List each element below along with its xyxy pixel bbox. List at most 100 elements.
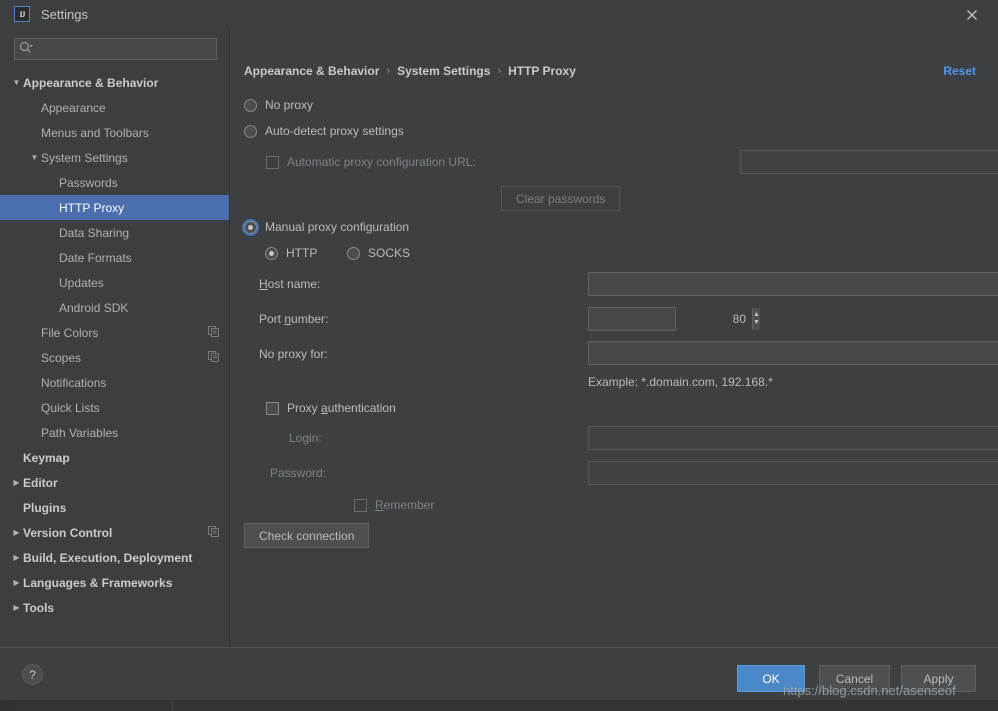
auto-config-url-label: Automatic proxy configuration URL: <box>287 155 476 169</box>
breadcrumb-item-appearance-behavior[interactable]: Appearance & Behavior <box>244 64 379 78</box>
sidebar-item-label: Appearance & Behavior <box>23 75 159 90</box>
copy-settings-icon <box>208 325 219 340</box>
chevron-down-icon[interactable]: ▼ <box>28 153 41 162</box>
auto-config-url-checkbox[interactable] <box>266 155 279 169</box>
sidebar-item-appearance-behavior[interactable]: ▼ Appearance & Behavior <box>0 70 229 95</box>
proxy-auth-label: Proxy authentication <box>287 401 396 415</box>
sidebar-item-system-settings[interactable]: ▼ System Settings <box>0 145 229 170</box>
login-label: Login: <box>289 431 322 445</box>
chevron-right-icon[interactable]: ▶ <box>10 528 23 537</box>
reset-link[interactable]: Reset <box>943 64 976 78</box>
sidebar-item-label: Android SDK <box>59 300 129 315</box>
sidebar-item-file-colors[interactable]: File Colors <box>0 320 229 345</box>
sidebar-item-label: Notifications <box>41 375 107 390</box>
help-button[interactable]: ? <box>22 664 43 685</box>
no-proxy-radio[interactable] <box>244 98 257 112</box>
sidebar-item-scopes[interactable]: Scopes <box>0 345 229 370</box>
chevron-right-icon[interactable]: ▶ <box>10 578 23 587</box>
apply-button[interactable]: Apply <box>901 665 976 692</box>
sidebar-item-label: Updates <box>59 275 104 290</box>
sidebar-item-menus-and-toolbars[interactable]: Menus and Toolbars <box>0 120 229 145</box>
sidebar-item-label: Path Variables <box>41 425 119 440</box>
sidebar-item-date-formats[interactable]: Date Formats <box>0 245 229 270</box>
sidebar-item-build-execution-deployment[interactable]: ▶ Build, Execution, Deployment <box>0 545 229 570</box>
proxy-auth-checkbox[interactable] <box>266 401 279 415</box>
chevron-right-icon[interactable]: ▶ <box>10 553 23 562</box>
ok-button[interactable]: OK <box>737 665 805 692</box>
chevron-down-icon[interactable]: ▼ <box>10 78 23 87</box>
sidebar-item-keymap[interactable]: Keymap <box>0 445 229 470</box>
search-input[interactable] <box>34 41 212 57</box>
sidebar-item-editor[interactable]: ▶ Editor <box>0 470 229 495</box>
sidebar-item-label: HTTP Proxy <box>59 200 125 215</box>
copy-settings-icon <box>208 350 219 365</box>
settings-dialog: IJ Settings ▼ Appearance & Behavior Appe… <box>0 0 998 700</box>
no-proxy-radio-row[interactable]: No proxy <box>244 98 313 112</box>
protocol-http-radio-row[interactable]: HTTP <box>265 246 317 260</box>
clear-passwords-button[interactable]: Clear passwords <box>501 186 621 211</box>
check-connection-button[interactable]: Check connection <box>244 523 370 548</box>
close-icon[interactable] <box>962 5 982 25</box>
no-proxy-for-input[interactable] <box>588 341 998 365</box>
intellij-idea-icon: IJ <box>14 6 30 22</box>
sidebar-item-plugins[interactable]: Plugins <box>0 495 229 520</box>
sidebar-item-label: Passwords <box>59 175 118 190</box>
password-input[interactable] <box>588 461 998 485</box>
sidebar-item-notifications[interactable]: Notifications <box>0 370 229 395</box>
remember-checkbox[interactable] <box>354 498 367 512</box>
auto-detect-radio[interactable] <box>244 124 257 138</box>
auto-config-url-checkbox-row[interactable]: Automatic proxy configuration URL: <box>266 155 476 169</box>
auto-config-url-input[interactable] <box>740 150 998 174</box>
sidebar-item-tools[interactable]: ▶ Tools <box>0 595 229 620</box>
sidebar-item-languages-frameworks[interactable]: ▶ Languages & Frameworks <box>0 570 229 595</box>
no-proxy-for-label: No proxy for: <box>259 347 328 361</box>
no-proxy-example-text: Example: *.domain.com, 192.168.* <box>588 375 773 389</box>
sidebar-item-updates[interactable]: Updates <box>0 270 229 295</box>
protocol-http-radio[interactable] <box>265 246 278 260</box>
remember-label: Remember <box>375 498 435 512</box>
manual-proxy-label: Manual proxy configuration <box>265 220 410 234</box>
sidebar-item-data-sharing[interactable]: Data Sharing <box>0 220 229 245</box>
stepper-down-icon[interactable]: ▼ <box>753 319 760 326</box>
protocol-socks-radio-row[interactable]: SOCKS <box>347 246 410 260</box>
sidebar-item-path-variables[interactable]: Path Variables <box>0 420 229 445</box>
login-input[interactable] <box>588 426 998 450</box>
host-name-input[interactable] <box>588 272 998 296</box>
sidebar-item-label: Menus and Toolbars <box>41 125 149 140</box>
search-box[interactable] <box>14 38 217 60</box>
sidebar-item-label: Date Formats <box>59 250 132 265</box>
sidebar-item-label: Plugins <box>23 500 67 515</box>
chevron-right-icon[interactable]: ▶ <box>10 603 23 612</box>
search-icon <box>19 41 34 58</box>
cancel-button[interactable]: Cancel <box>819 665 890 692</box>
port-number-input[interactable] <box>589 308 752 330</box>
auto-detect-radio-row[interactable]: Auto-detect proxy settings <box>244 124 404 138</box>
protocol-socks-label: SOCKS <box>368 246 411 260</box>
port-number-stepper[interactable]: ▲ ▼ <box>588 307 760 331</box>
manual-proxy-radio[interactable] <box>244 220 257 234</box>
protocol-socks-radio[interactable] <box>347 246 360 260</box>
sidebar-item-android-sdk[interactable]: Android SDK <box>0 295 229 320</box>
sidebar-item-version-control[interactable]: ▶ Version Control <box>0 520 229 545</box>
breadcrumb-item-system-settings[interactable]: System Settings <box>397 64 490 78</box>
copy-settings-icon <box>208 525 219 540</box>
sidebar-item-label: Languages & Frameworks <box>23 575 173 590</box>
sidebar-item-http-proxy[interactable]: HTTP Proxy <box>0 195 229 220</box>
sidebar-item-quick-lists[interactable]: Quick Lists <box>0 395 229 420</box>
sidebar-item-label: Quick Lists <box>41 400 100 415</box>
remember-checkbox-row[interactable]: Remember <box>354 498 434 512</box>
breadcrumb-item-http-proxy: HTTP Proxy <box>508 64 576 78</box>
no-proxy-label: No proxy <box>265 98 314 112</box>
sidebar-item-label: System Settings <box>41 150 128 165</box>
stepper-up-icon[interactable]: ▲ <box>753 311 760 318</box>
protocol-http-label: HTTP <box>286 246 318 260</box>
proxy-auth-checkbox-row[interactable]: Proxy authentication <box>266 401 396 415</box>
chevron-right-icon[interactable]: ▶ <box>10 478 23 487</box>
sidebar-item-label: Version Control <box>23 525 113 540</box>
sidebar-item-appearance[interactable]: Appearance <box>0 95 229 120</box>
sidebar-item-label: Tools <box>23 600 55 615</box>
port-stepper-arrows[interactable]: ▲ ▼ <box>752 308 760 330</box>
sidebar-item-passwords[interactable]: Passwords <box>0 170 229 195</box>
breadcrumb: Appearance & Behavior › System Settings … <box>244 64 576 78</box>
manual-proxy-radio-row[interactable]: Manual proxy configuration <box>244 220 409 234</box>
